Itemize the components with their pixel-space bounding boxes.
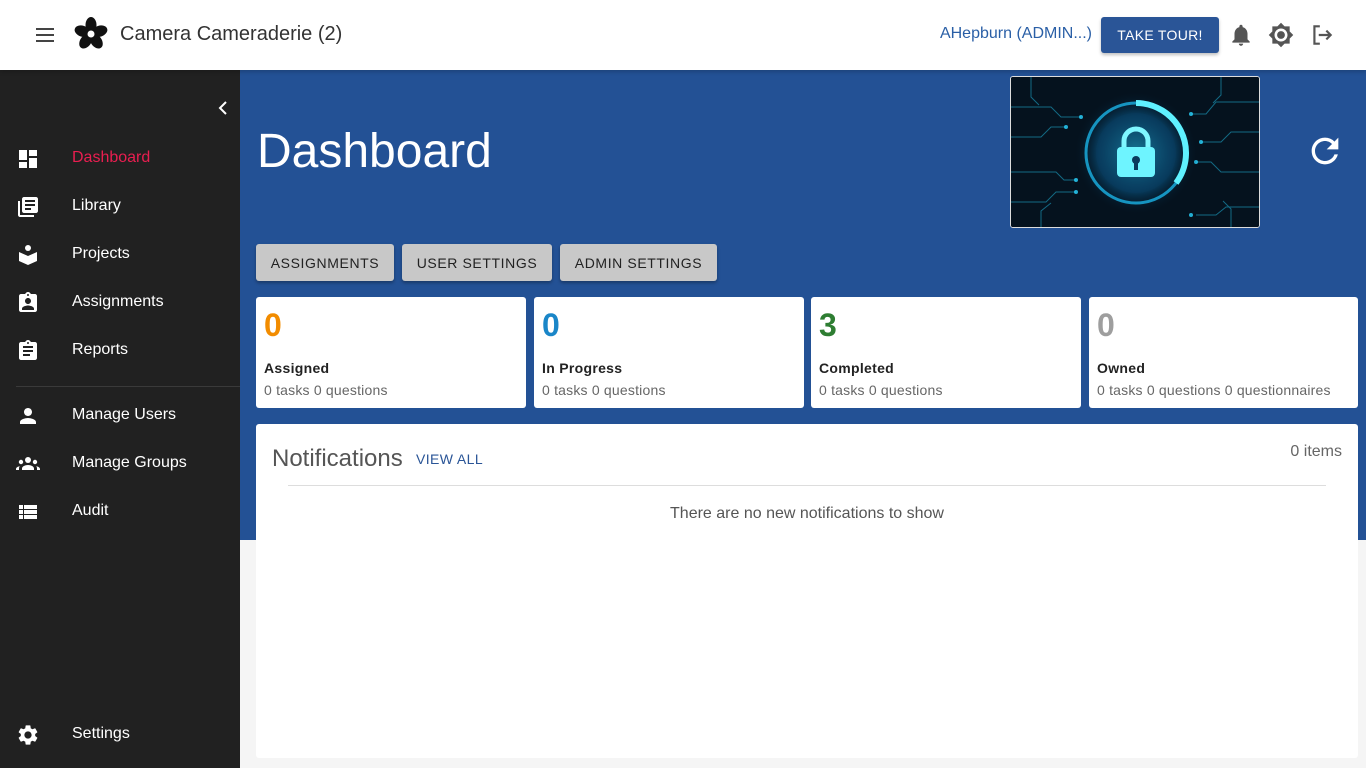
empty-notifications-message: There are no new notifications to show: [670, 505, 944, 522]
sidebar-item-label: Projects: [72, 245, 130, 262]
sidebar-item-settings[interactable]: Settings: [0, 713, 240, 757]
sidebar-item-assignments[interactable]: Assignments: [0, 281, 240, 325]
sidebar-item-library[interactable]: Library: [0, 185, 240, 229]
library-icon: [16, 195, 40, 219]
stat-value: 0: [1097, 307, 1115, 343]
dashboard-icon: [16, 147, 40, 171]
sidebar-item-dashboard[interactable]: Dashboard: [0, 137, 240, 181]
logout-icon[interactable]: [1309, 22, 1335, 48]
sidebar: Dashboard Library Projects Assignments R…: [0, 70, 240, 768]
stat-subtext: 0 tasks 0 questions: [264, 382, 388, 398]
notifications-title: Notifications: [272, 445, 403, 472]
projects-icon: [16, 243, 40, 267]
hamburger-menu-icon[interactable]: [30, 23, 58, 47]
sidebar-item-label: Manage Users: [72, 406, 177, 423]
notifications-count: 0 items: [1290, 443, 1342, 460]
bell-icon[interactable]: [1228, 22, 1254, 48]
nav-divider: [16, 386, 240, 387]
page-title: Dashboard: [257, 125, 492, 178]
sidebar-item-audit[interactable]: Audit: [0, 490, 240, 534]
tab-admin-settings[interactable]: ADMIN SETTINGS: [560, 244, 717, 281]
stat-label: In Progress: [542, 360, 623, 376]
sidebar-item-label: Dashboard: [72, 149, 151, 166]
stat-label: Completed: [819, 360, 895, 376]
person-icon: [16, 404, 40, 428]
list-icon: [16, 500, 40, 524]
stat-subtext: 0 tasks 0 questions: [819, 382, 943, 398]
assignments-icon: [16, 291, 40, 315]
tab-assignments[interactable]: ASSIGNMENTS: [256, 244, 394, 281]
sidebar-item-label: Audit: [72, 502, 109, 519]
top-app-bar: Camera Cameraderie (2) AHepburn (ADMIN..…: [0, 0, 1366, 70]
sidebar-item-label: Settings: [72, 725, 130, 742]
stat-subtext: 0 tasks 0 questions 0 questionnaires: [1097, 382, 1331, 398]
view-all-link[interactable]: VIEW ALL: [416, 451, 483, 467]
stat-card-completed[interactable]: 3 Completed 0 tasks 0 questions: [811, 297, 1081, 408]
stat-value: 0: [542, 307, 560, 343]
stat-card-assigned[interactable]: 0 Assigned 0 tasks 0 questions: [256, 297, 526, 408]
stat-label: Assigned: [264, 360, 330, 376]
sidebar-item-label: Library: [72, 197, 121, 214]
stat-card-owned[interactable]: 0 Owned 0 tasks 0 questions 0 questionna…: [1089, 297, 1358, 408]
chevron-left-icon[interactable]: [214, 98, 232, 118]
security-lock-image: [1010, 76, 1260, 228]
stat-subtext: 0 tasks 0 questions: [542, 382, 666, 398]
app-logo-icon: [73, 16, 109, 52]
take-tour-button[interactable]: TAKE TOUR!: [1101, 17, 1219, 53]
sidebar-item-label: Assignments: [72, 293, 164, 310]
stat-card-in-progress[interactable]: 0 In Progress 0 tasks 0 questions: [534, 297, 804, 408]
notifications-divider: [288, 485, 1326, 486]
tab-user-settings[interactable]: USER SETTINGS: [402, 244, 552, 281]
refresh-icon[interactable]: [1305, 131, 1345, 171]
stat-label: Owned: [1097, 360, 1146, 376]
sidebar-item-reports[interactable]: Reports: [0, 329, 240, 373]
sidebar-item-label: Manage Groups: [72, 454, 187, 471]
sidebar-item-projects[interactable]: Projects: [0, 233, 240, 277]
stat-value: 3: [819, 307, 837, 343]
notifications-panel: Notifications VIEW ALL 0 items There are…: [256, 424, 1358, 758]
sidebar-item-manage-users[interactable]: Manage Users: [0, 394, 240, 438]
reports-icon: [16, 339, 40, 363]
app-title: Camera Cameraderie (2): [120, 23, 343, 45]
stat-value: 0: [264, 307, 282, 343]
groups-icon: [16, 452, 40, 476]
user-menu-link[interactable]: AHepburn (ADMIN...): [940, 25, 1092, 43]
gear-icon: [16, 723, 40, 747]
sidebar-item-manage-groups[interactable]: Manage Groups: [0, 442, 240, 486]
sidebar-item-label: Reports: [72, 341, 129, 358]
brightness-icon[interactable]: [1268, 22, 1294, 48]
